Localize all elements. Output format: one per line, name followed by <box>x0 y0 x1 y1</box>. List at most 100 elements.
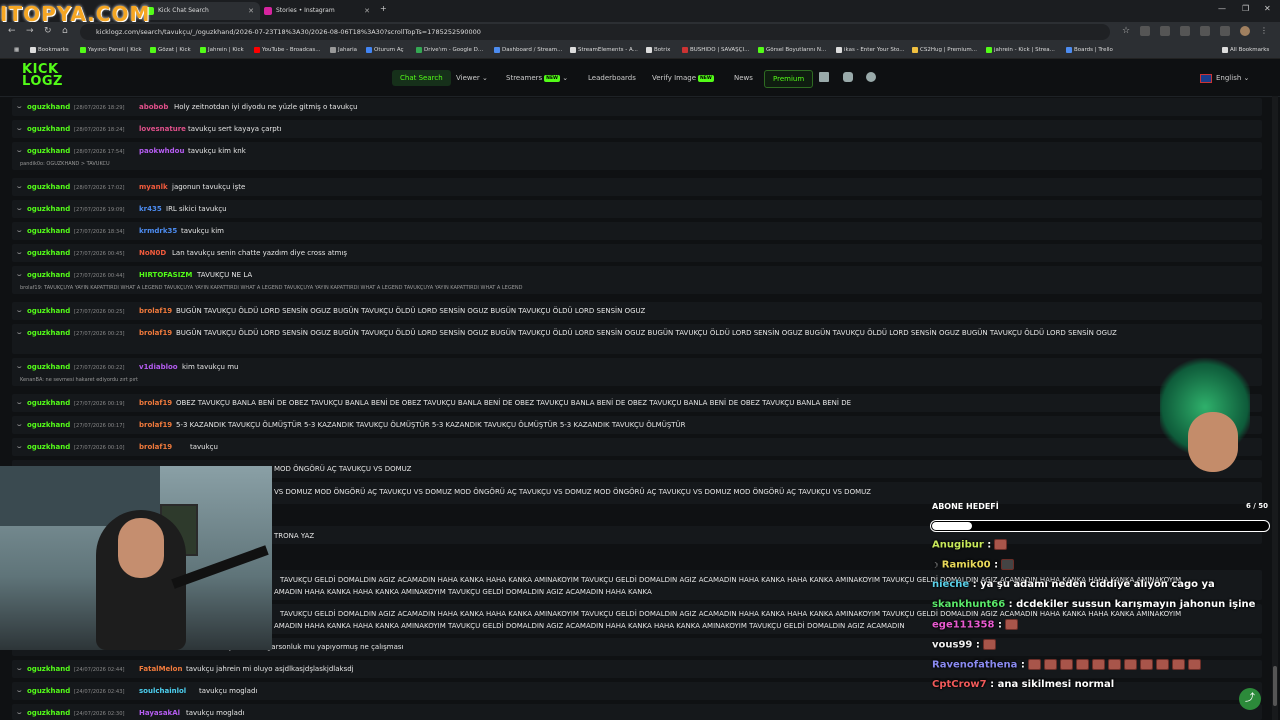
channel-name[interactable]: oguzkhand <box>27 247 70 259</box>
overlay-chat-message: ege111358 : <box>932 619 1018 631</box>
nav-premium[interactable]: Premium <box>764 70 814 88</box>
username[interactable]: v1diabloo <box>139 361 178 373</box>
username[interactable]: brolaf19 <box>139 327 172 339</box>
bookmark-item[interactable]: Boards | Trello <box>1066 42 1113 58</box>
kick-badge-icon: ⌣ <box>17 665 22 673</box>
all-bookmarks[interactable]: All Bookmarks <box>1222 42 1269 58</box>
new-tab-icon[interactable]: + <box>380 4 387 13</box>
nav-viewer[interactable]: Viewer ⌄ <box>456 70 488 86</box>
tab-instagram-stories[interactable]: Stories • Instagram ✕ <box>258 2 376 20</box>
bookmark-item[interactable]: Botrix <box>646 42 670 58</box>
username[interactable]: myanlk <box>139 181 168 193</box>
bookmark-item[interactable]: YouTube - Broadcas... <box>254 42 321 58</box>
sub-goal-progress-bar <box>930 520 1270 532</box>
user-icon[interactable] <box>866 72 876 82</box>
username[interactable]: HIRTOFASIZM <box>139 269 192 281</box>
nav-streamers[interactable]: Streamers NEW ⌄ <box>506 70 568 86</box>
bookmark-item[interactable]: Yayıncı Paneli | Kick <box>80 42 142 58</box>
bookmark-item[interactable]: StreamElements - A... <box>570 42 638 58</box>
channel-name[interactable]: oguzkhand <box>27 225 70 237</box>
username[interactable]: brolaf19 <box>139 397 172 409</box>
nav-news[interactable]: News <box>734 70 753 86</box>
bookmark-item[interactable]: Dashboard / Stream... <box>494 42 562 58</box>
share-icon[interactable]: ⤴ <box>1239 688 1261 710</box>
overlay-chat-message: Anugibur : <box>932 539 1008 551</box>
reload-icon[interactable]: ↻ <box>44 26 52 36</box>
username[interactable]: paokwhdou <box>139 145 184 157</box>
bookmark-item[interactable]: Jaharia <box>330 42 357 58</box>
timestamp: [24/07/2026 02:43] <box>74 689 125 695</box>
username[interactable]: kr435 <box>139 203 162 215</box>
bookmark-item[interactable]: Görsel Boyutlarını N... <box>758 42 826 58</box>
bookmark-item[interactable]: Oturum Aç <box>366 42 404 58</box>
nav-leaderboards[interactable]: Leaderboards <box>588 70 636 86</box>
username[interactable]: HayasakAl <box>139 707 180 719</box>
timestamp: [24/07/2026 02:44] <box>74 667 125 673</box>
channel-name[interactable]: oguzkhand <box>27 441 70 453</box>
username[interactable]: soulchainlol <box>139 685 186 697</box>
channel-name[interactable]: oguzkhand <box>27 123 70 135</box>
apps-grid-icon[interactable]: ▦ <box>6 42 19 58</box>
language-selector[interactable]: English ⌄ <box>1200 70 1249 86</box>
channel-name[interactable]: oguzkhand <box>27 685 70 697</box>
message-text: AMADIN HAHA KANKA HAHA KANKA AMINAKOYIM … <box>274 622 905 630</box>
channel-name[interactable]: oguzkhand <box>27 663 70 675</box>
forward-icon[interactable]: → <box>26 26 34 36</box>
close-tab-icon[interactable]: ✕ <box>248 2 254 20</box>
username[interactable]: krmdrk35 <box>139 225 177 237</box>
kick-badge-icon: ⌣ <box>17 183 22 191</box>
menu-dots-icon[interactable]: ⋮ <box>1260 26 1270 36</box>
username[interactable]: brolaf19 <box>139 305 172 317</box>
chart-icon[interactable] <box>819 72 829 82</box>
channel-name[interactable]: oguzkhand <box>27 419 70 431</box>
close-tab-icon[interactable]: ✕ <box>364 2 370 20</box>
channel-name[interactable]: oguzkhand <box>27 269 70 281</box>
discord-icon[interactable] <box>843 72 853 82</box>
username[interactable]: abobob <box>139 101 168 113</box>
bookmark-item[interactable]: CS2Hug | Premium... <box>912 42 977 58</box>
address-bar-row: ← → ↻ ⌂ kicklogz.com/search/tavukçu/_/og… <box>0 22 1280 42</box>
bookmark-item[interactable]: ikas - Enter Your Sto... <box>836 42 905 58</box>
channel-name[interactable]: oguzkhand <box>27 145 70 157</box>
kicklogz-logo[interactable]: KICK LOGZ <box>22 63 66 91</box>
channel-name[interactable]: oguzkhand <box>27 181 70 193</box>
message-text: AMADIN HAHA KANKA HAHA KANKA AMINAKOYIM … <box>274 588 652 596</box>
bookmark-item[interactable]: Gözat | Kick <box>150 42 191 58</box>
message-text: BUGÜN TAVUKÇU ÖLDÜ LORD SENSİN OGUZ BUGÜ… <box>176 307 646 315</box>
nav-verify-image[interactable]: Verify Image NEW <box>652 70 714 86</box>
bookmark-star-icon[interactable]: ☆ <box>1122 26 1130 36</box>
stream-overlay: ABONE HEDEFİ 6 / 50 Anugibur : ☽ Ramik00… <box>928 350 1280 720</box>
bookmark-item[interactable]: Jahrein | Kick <box>200 42 244 58</box>
channel-name[interactable]: oguzkhand <box>27 305 70 317</box>
channel-name[interactable]: oguzkhand <box>27 101 70 113</box>
bookmark-item[interactable]: Drive'ım - Google D... <box>416 42 483 58</box>
extension-icon[interactable] <box>1180 26 1190 36</box>
channel-name[interactable]: oguzkhand <box>27 327 70 339</box>
close-window-icon[interactable]: ✕ <box>1264 4 1271 13</box>
bookmark-item[interactable]: jahrein - Kick | Strea... <box>986 42 1055 58</box>
tab-kick-chat-search[interactable]: Kick Chat Search ✕ <box>140 2 260 20</box>
extension-icon[interactable] <box>1140 26 1150 36</box>
username[interactable]: brolaf19 <box>139 419 172 431</box>
timestamp: [28/07/2026 17:54] <box>74 149 125 155</box>
channel-name[interactable]: oguzkhand <box>27 361 70 373</box>
username[interactable]: NoN0D <box>139 247 166 259</box>
profile-avatar[interactable] <box>1240 26 1250 36</box>
extension-icon[interactable] <box>1200 26 1210 36</box>
bookmark-item[interactable]: Bookmarks <box>30 42 69 58</box>
channel-name[interactable]: oguzkhand <box>27 203 70 215</box>
url-field[interactable]: kicklogz.com/search/tavukçu/_/oguzkhand/… <box>80 24 1110 40</box>
minimize-icon[interactable]: — <box>1218 4 1226 13</box>
username[interactable]: brolaf19 <box>139 441 172 453</box>
extension-icon[interactable] <box>1160 26 1170 36</box>
channel-name[interactable]: oguzkhand <box>27 707 70 719</box>
back-icon[interactable]: ← <box>8 26 16 36</box>
bookmark-item[interactable]: BUSHIDO | SAVAŞÇI... <box>682 42 749 58</box>
home-icon[interactable]: ⌂ <box>62 26 68 36</box>
username[interactable]: lovesnature <box>139 123 186 135</box>
extension-icon[interactable] <box>1220 26 1230 36</box>
username[interactable]: FatalMelon <box>139 663 182 675</box>
nav-chat-search[interactable]: Chat Search <box>392 70 451 86</box>
channel-name[interactable]: oguzkhand <box>27 397 70 409</box>
maximize-icon[interactable]: ❐ <box>1242 4 1249 13</box>
